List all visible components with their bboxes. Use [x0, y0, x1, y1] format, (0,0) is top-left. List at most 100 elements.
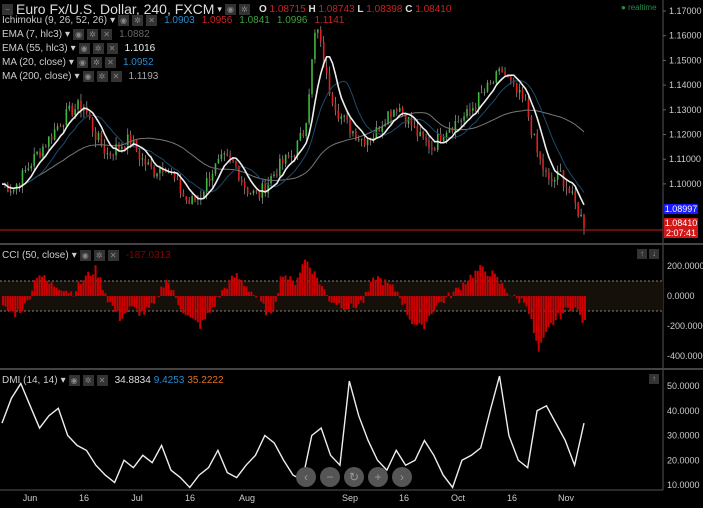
cci-bar: [48, 283, 51, 296]
eye-icon[interactable]: ◉: [73, 29, 85, 40]
close-icon[interactable]: ✕: [110, 71, 122, 82]
gear-icon[interactable]: ✲: [238, 3, 250, 15]
candle: [179, 178, 182, 193]
close-icon[interactable]: ✕: [101, 29, 113, 40]
eye-icon[interactable]: ◉: [224, 3, 236, 15]
gear-icon[interactable]: ✲: [87, 29, 99, 40]
candle: [495, 71, 498, 83]
candle: [12, 189, 15, 192]
arrow-up-icon[interactable]: ↑: [649, 374, 659, 384]
indicator-name[interactable]: MA (20, close): [2, 57, 66, 68]
scroll-right-button[interactable]: ›: [392, 467, 412, 487]
eye-icon[interactable]: ◉: [68, 375, 80, 386]
cci-bar: [584, 296, 586, 320]
cci-bar: [525, 296, 528, 307]
eye-icon[interactable]: ◉: [118, 15, 130, 26]
scroll-left-button[interactable]: ‹: [296, 467, 316, 487]
indicator-value: 1.1141: [314, 15, 345, 26]
cci-bar: [464, 284, 467, 296]
indicator-name[interactable]: MA (200, close): [2, 71, 71, 82]
cci-bar: [423, 296, 426, 330]
gear-icon[interactable]: ✲: [92, 43, 104, 54]
candle: [235, 161, 237, 166]
cci-bar: [177, 296, 180, 305]
candle: [568, 188, 571, 193]
candle: [492, 82, 495, 84]
gear-icon[interactable]: ✲: [90, 57, 102, 68]
cci-bar: [196, 296, 199, 323]
cci-bar: [126, 296, 129, 313]
cci-bar: [28, 296, 31, 300]
candle: [343, 115, 345, 117]
cci-bar: [96, 277, 99, 296]
close-icon[interactable]: ✕: [146, 15, 158, 26]
cci-bar: [213, 296, 216, 307]
close-icon[interactable]: ✕: [96, 375, 108, 386]
cci-bar: [109, 296, 112, 303]
cci-bar: [506, 293, 509, 296]
candle: [580, 214, 582, 217]
cci-bar: [172, 290, 175, 296]
candle: [340, 116, 343, 119]
cci-name[interactable]: CCI (50, close): [2, 250, 69, 261]
indicator-name[interactable]: EMA (55, hlc3): [2, 43, 68, 54]
cci-bar: [486, 275, 489, 296]
reset-button[interactable]: ↻: [344, 467, 364, 487]
arrow-up-icon[interactable]: ↑: [637, 249, 647, 259]
eye-icon[interactable]: ◉: [82, 71, 94, 82]
candle: [30, 165, 33, 169]
cci-bar: [111, 296, 114, 306]
zoom-out-button[interactable]: −: [320, 467, 340, 487]
dmi-name[interactable]: DMI (14, 14): [2, 375, 58, 386]
collapse-icon[interactable]: −: [2, 3, 13, 15]
cci-bar: [433, 296, 436, 311]
x-tick-label: Sep: [342, 493, 358, 503]
cci-bar: [296, 277, 299, 296]
cci-bar: [40, 276, 43, 296]
chevron-down-icon[interactable]: ▾: [217, 4, 222, 15]
open-value: 1.08715: [269, 3, 306, 15]
candle: [477, 92, 480, 109]
candle: [74, 109, 76, 116]
cci-bar: [31, 290, 34, 296]
candle: [243, 181, 246, 188]
cci-bar: [250, 291, 253, 296]
indicator-name[interactable]: EMA (7, hlc3): [2, 29, 62, 40]
eye-icon[interactable]: ◉: [79, 250, 91, 261]
close-icon[interactable]: ✕: [106, 43, 118, 54]
cci-bar: [391, 284, 394, 296]
cci-bar: [476, 270, 479, 296]
cci-bar: [335, 296, 338, 306]
arrow-down-icon[interactable]: ↓: [649, 249, 659, 259]
dmi-tick-label: 20.0000: [667, 455, 700, 465]
candle: [53, 129, 56, 140]
cci-bar: [264, 296, 267, 316]
candle: [45, 146, 47, 148]
candle: [205, 178, 208, 192]
gear-icon[interactable]: ✲: [93, 250, 105, 261]
candle: [466, 109, 468, 117]
cci-bar: [357, 296, 360, 305]
candle: [510, 76, 512, 81]
candle: [533, 133, 536, 135]
candle: [463, 116, 465, 121]
candle: [434, 148, 436, 150]
x-tick-label: 16: [185, 493, 195, 503]
eye-icon[interactable]: ◉: [76, 57, 88, 68]
close-icon[interactable]: ✕: [107, 250, 119, 261]
gear-icon[interactable]: ✲: [132, 15, 144, 26]
candle: [112, 154, 114, 156]
candle: [279, 158, 281, 176]
cci-bar: [65, 290, 68, 296]
candle: [319, 29, 322, 42]
ohlc: O 1.08715 H 1.08743 L 1.08398 C 1.08410: [259, 4, 451, 15]
indicator-name[interactable]: Ichimoku (9, 26, 52, 26): [2, 15, 107, 26]
gear-icon[interactable]: ✲: [96, 71, 108, 82]
gear-icon[interactable]: ✲: [82, 375, 94, 386]
close-label: C: [405, 3, 413, 15]
zoom-in-button[interactable]: +: [368, 467, 388, 487]
close-icon[interactable]: ✕: [104, 57, 116, 68]
cci-bar: [342, 296, 345, 311]
eye-icon[interactable]: ◉: [78, 43, 90, 54]
cci-bar: [170, 289, 173, 296]
